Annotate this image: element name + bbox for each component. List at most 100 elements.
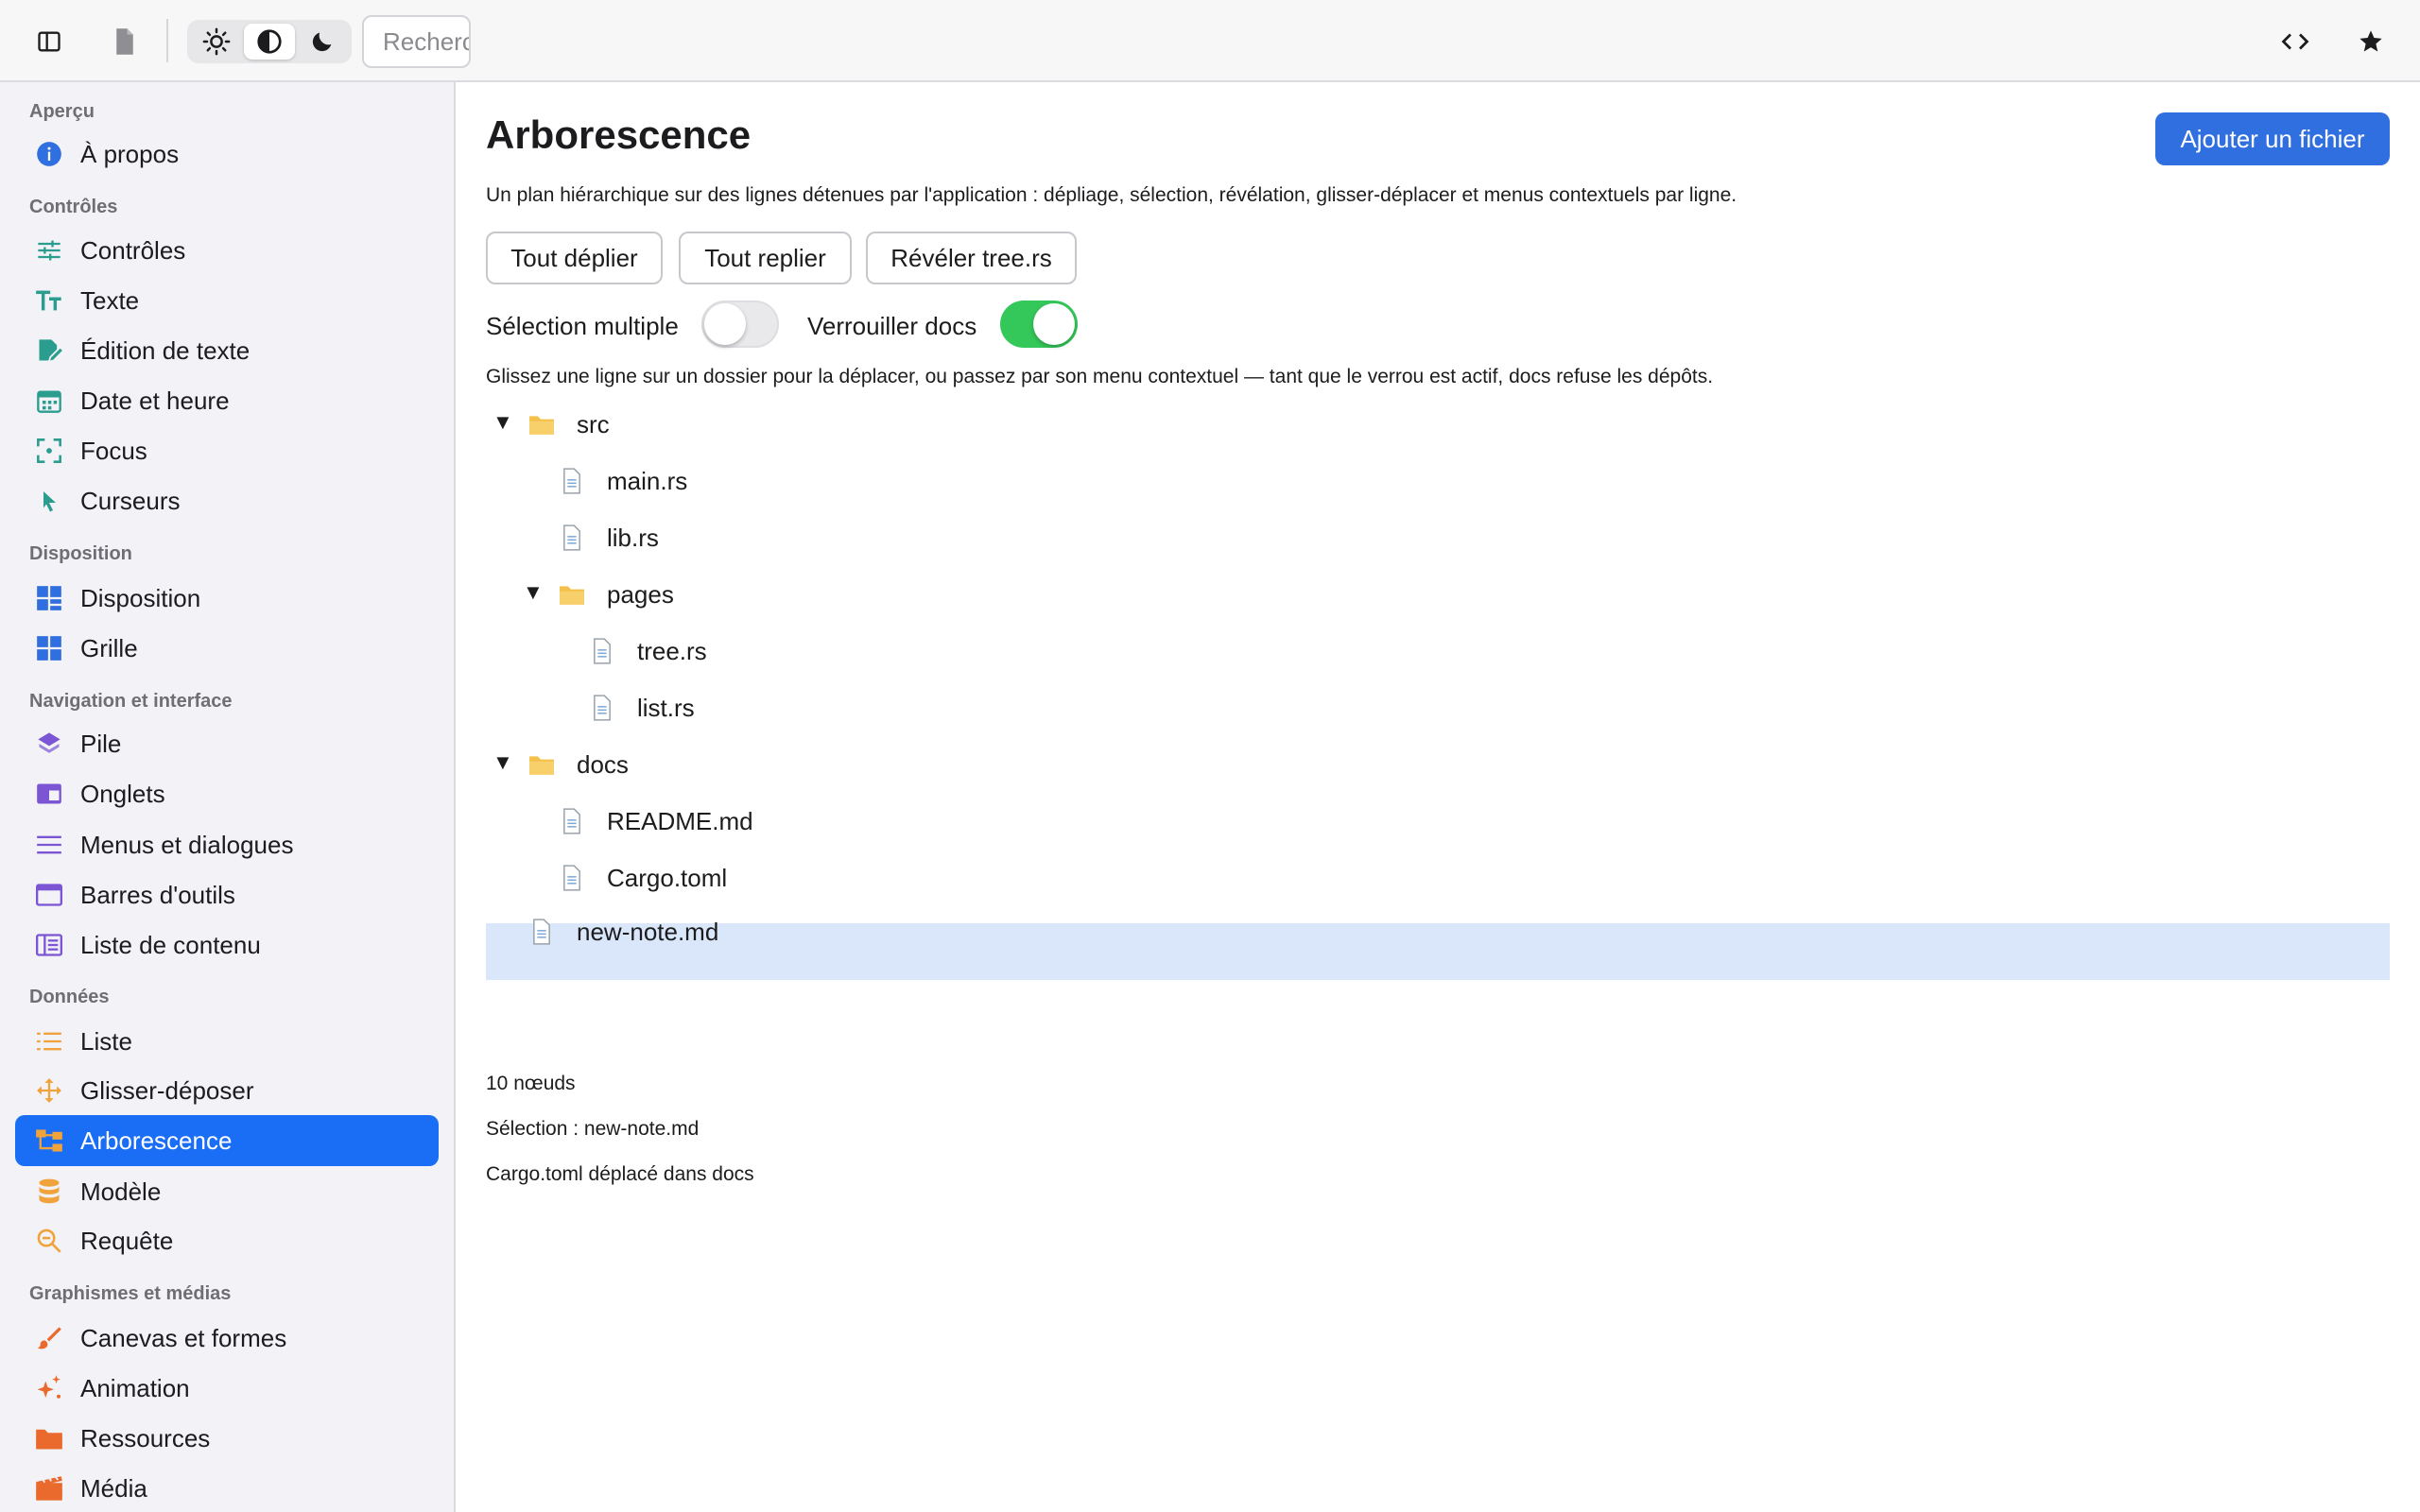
sidebar-item-label: Média: [80, 1473, 147, 1503]
sparkle-icon: [34, 1373, 64, 1403]
sidebar-item-label: Pile: [80, 729, 122, 758]
sliders-icon: [34, 235, 64, 266]
sidebar: Aperçu À propos Contrôles Contrôles Text…: [0, 82, 456, 1512]
document-button[interactable]: [96, 21, 153, 62]
contrast-icon: [257, 29, 282, 54]
collapse-all-button[interactable]: Tout replier: [679, 232, 852, 284]
toolbar-icon: [34, 880, 64, 910]
sidebar-item-requete[interactable]: Requête: [15, 1215, 439, 1266]
chevron-down-icon[interactable]: ▼: [493, 410, 513, 435]
file-icon: [556, 862, 588, 894]
sidebar-item-liste-de-contenu[interactable]: Liste de contenu: [15, 919, 439, 971]
tree-row-readme-md[interactable]: README.md: [486, 793, 2390, 850]
tree-label: list.rs: [637, 694, 695, 722]
sidebar-item-arborescence[interactable]: Arborescence: [15, 1115, 439, 1166]
sidebar-item-a-propos[interactable]: À propos: [15, 129, 439, 180]
section-title-donnees: Données: [29, 987, 110, 1007]
content-list-icon: [34, 930, 64, 960]
search-input[interactable]: [362, 15, 471, 68]
section-title-controles: Contrôles: [29, 197, 118, 217]
cursor-icon: [34, 486, 64, 516]
tree-label: docs: [577, 750, 629, 779]
sidebar-icon: [38, 31, 60, 52]
grid-icon: [34, 633, 64, 663]
sidebar-item-label: Ressources: [80, 1423, 211, 1452]
theme-dark-button[interactable]: [297, 24, 348, 60]
tree-label: main.rs: [607, 467, 688, 495]
sidebar-item-texte[interactable]: Texte: [15, 275, 439, 326]
tree-label: Cargo.toml: [607, 864, 728, 892]
theme-auto-button[interactable]: [244, 24, 295, 60]
sidebar-item-onglets[interactable]: Onglets: [15, 768, 439, 819]
tree-row-lib-rs[interactable]: lib.rs: [486, 509, 2390, 566]
reveal-tree-rs-button[interactable]: Révéler tree.rs: [866, 232, 1077, 284]
tree-row-new-note-md[interactable]: new-note.md: [486, 918, 2390, 980]
add-file-button[interactable]: Ajouter un fichier: [2155, 112, 2390, 165]
chevron-down-icon[interactable]: ▼: [523, 580, 544, 605]
tabs-icon: [34, 779, 64, 809]
sidebar-item-label: Glisser-déposer: [80, 1075, 254, 1105]
sidebar-item-disposition[interactable]: Disposition: [15, 573, 439, 624]
sidebar-item-label: Curseurs: [80, 486, 181, 515]
tree-row-tree-rs[interactable]: tree.rs: [486, 623, 2390, 679]
sidebar-item-label: Date et heure: [80, 386, 230, 415]
theme-light-button[interactable]: [191, 24, 242, 60]
sidebar-item-label: Grille: [80, 633, 138, 662]
list-icon: [34, 1026, 64, 1057]
tree-row-src[interactable]: ▼ src: [486, 396, 2390, 453]
sidebar-item-label: Menus et dialogues: [80, 830, 294, 859]
sidebar-item-label: Modèle: [80, 1177, 162, 1206]
sidebar-item-glisser-deposer[interactable]: Glisser-déposer: [15, 1065, 439, 1116]
sidebar-item-animation[interactable]: Animation: [15, 1363, 439, 1414]
info-icon: [34, 139, 64, 169]
lock-docs-toggle[interactable]: [1000, 301, 1078, 348]
tree-icon: [34, 1125, 64, 1156]
tree-row-cargo-toml[interactable]: Cargo.toml: [486, 850, 2390, 906]
sidebar-item-label: Liste: [80, 1026, 132, 1056]
sidebar-item-edition-de-texte[interactable]: Édition de texte: [15, 325, 439, 376]
sidebar-item-liste[interactable]: Liste: [15, 1016, 439, 1067]
tree-label: tree.rs: [637, 637, 707, 665]
tree-label: new-note.md: [577, 918, 719, 946]
layout-icon: [34, 583, 64, 613]
expand-all-button[interactable]: Tout déplier: [486, 232, 663, 284]
sidebar-item-label: Texte: [80, 285, 140, 315]
tree-row-main-rs[interactable]: main.rs: [486, 453, 2390, 509]
last-action-status: Cargo.toml déplacé dans docs: [486, 1163, 754, 1185]
sidebar-item-curseurs[interactable]: Curseurs: [15, 475, 439, 526]
section-title-navigation: Navigation et interface: [29, 691, 233, 712]
file-icon: [586, 692, 618, 724]
drag-hint: Glissez une ligne sur un dossier pour la…: [486, 366, 1714, 387]
sidebar-item-grille[interactable]: Grille: [15, 623, 439, 674]
sidebar-item-media[interactable]: Média: [15, 1463, 439, 1512]
multi-select-toggle[interactable]: [701, 301, 779, 348]
sidebar-item-canevas-et-formes[interactable]: Canevas et formes: [15, 1313, 439, 1364]
folder-icon: [34, 1423, 64, 1453]
sidebar-item-pile[interactable]: Pile: [15, 718, 439, 769]
sidebar-item-menus-et-dialogues[interactable]: Menus et dialogues: [15, 819, 439, 870]
sidebar-item-controles[interactable]: Contrôles: [15, 225, 439, 276]
tree-row-pages[interactable]: ▼ pages: [486, 566, 2390, 623]
favorite-button[interactable]: [2342, 21, 2399, 62]
sidebar-item-label: Barres d'outils: [80, 880, 235, 909]
node-count: 10 nœuds: [486, 1073, 576, 1094]
view-source-button[interactable]: [2267, 21, 2324, 62]
moon-icon: [312, 32, 332, 52]
file-icon: [586, 635, 618, 667]
sidebar-item-barres-outils[interactable]: Barres d'outils: [15, 869, 439, 920]
sidebar-toggle-button[interactable]: [21, 21, 78, 62]
sidebar-item-ressources[interactable]: Ressources: [15, 1413, 439, 1464]
sidebar-item-focus[interactable]: Focus: [15, 425, 439, 476]
toggle-knob: [704, 303, 746, 345]
tree-label: README.md: [607, 807, 753, 835]
film-icon: [34, 1473, 64, 1503]
page-description: Un plan hiérarchique sur des lignes déte…: [486, 184, 1737, 206]
sidebar-item-date-et-heure[interactable]: Date et heure: [15, 375, 439, 426]
sidebar-item-modele[interactable]: Modèle: [15, 1166, 439, 1217]
file-icon: [526, 916, 558, 948]
tree-row-docs[interactable]: ▼ docs: [486, 736, 2390, 793]
chevron-down-icon[interactable]: ▼: [493, 750, 513, 775]
stack-icon: [34, 729, 64, 759]
tree-row-list-rs[interactable]: list.rs: [486, 679, 2390, 736]
document-icon: [116, 28, 133, 55]
